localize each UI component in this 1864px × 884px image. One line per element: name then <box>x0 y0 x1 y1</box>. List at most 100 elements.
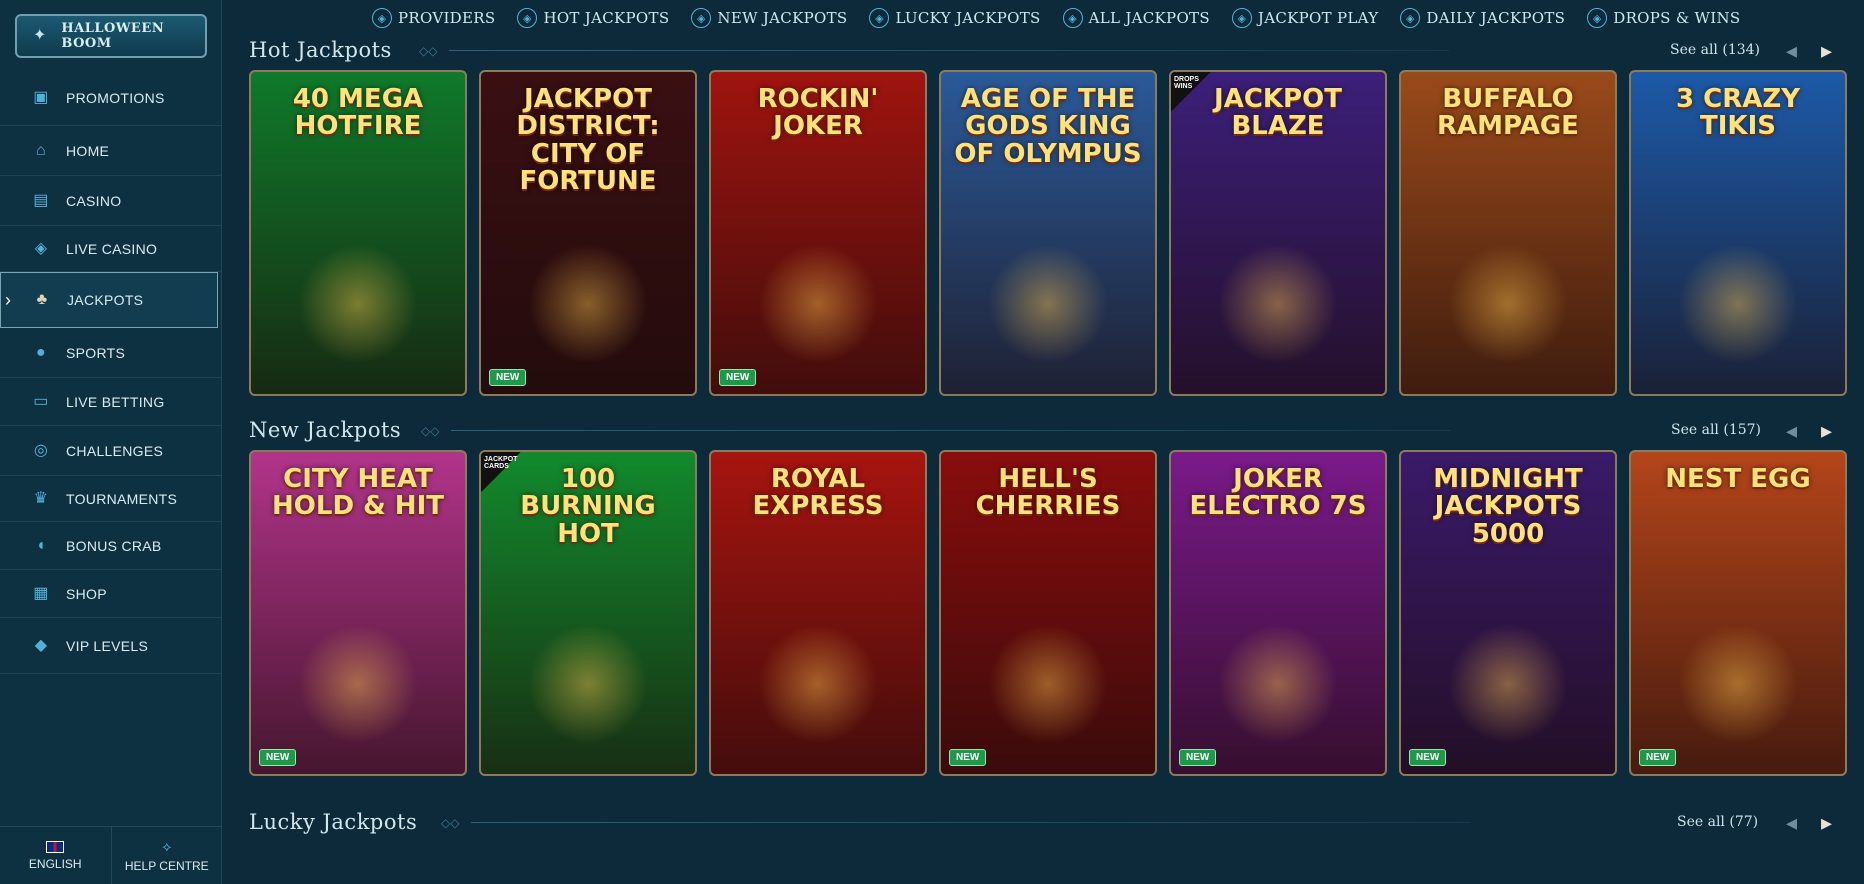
sidebar-item-shop[interactable]: ▦ SHOP <box>0 570 222 618</box>
game-tile[interactable]: AGE OF THE GODS KING OF OLYMPUS <box>939 70 1157 396</box>
sidebar-item-label: LIVE BETTING <box>66 393 165 410</box>
game-title: JACKPOT BLAZE <box>1214 84 1342 142</box>
game-tile[interactable]: HELL'S CHERRIES NEW <box>939 450 1157 776</box>
clover-icon: ♣ <box>36 291 48 308</box>
game-tile[interactable]: JACKPOT CARDS 100 BURNING HOT <box>479 450 697 776</box>
sidebar-item-casino[interactable]: ▤ CASINO <box>0 176 222 226</box>
sidebar-item-sports[interactable]: ● SPORTS <box>0 328 222 378</box>
game-tile[interactable]: MIDNIGHT JACKPOTS 5000 NEW <box>1399 450 1617 776</box>
sidebar-item-challenges[interactable]: ◎ CHALLENGES <box>0 426 222 476</box>
divider-ornament-icon: ◇◇ <box>441 816 460 830</box>
prev-arrow-icon[interactable]: ◂ <box>1786 810 1797 836</box>
shop-icon: ▦ <box>33 584 49 602</box>
section-title: Hot Jackpots <box>249 38 392 62</box>
help-label: HELP CENTRE <box>124 859 209 873</box>
gift-icon: ▣ <box>33 88 49 106</box>
game-tile[interactable]: CITY HEAT HOLD & HIT NEW <box>249 450 467 776</box>
new-badge: NEW <box>1409 749 1447 766</box>
see-all-link[interactable]: See all (77) <box>1677 814 1758 830</box>
game-tile[interactable]: JOKER ELECTRO 7S NEW <box>1169 450 1387 776</box>
next-arrow-icon[interactable]: ▸ <box>1821 38 1832 64</box>
sidebar-item-vip-levels[interactable]: ◆ VIP LEVELS <box>0 618 222 674</box>
next-arrow-icon[interactable]: ▸ <box>1821 418 1832 444</box>
divider <box>471 822 1471 823</box>
game-artwork <box>298 244 418 364</box>
halloween-boom-banner[interactable]: ✦ HALLOWEEN BOOM <box>15 14 207 58</box>
game-artwork <box>1218 624 1338 744</box>
next-arrow-icon[interactable]: ▸ <box>1821 810 1832 836</box>
topnav-drops-wins[interactable]: ◈ DROPS & WINS <box>1587 8 1740 28</box>
broom-icon: ✦ <box>33 27 47 44</box>
hot-jackpots-section: Hot Jackpots ◇◇ See all (134) ◂ ▸ 40 MEG… <box>249 36 1849 396</box>
home-icon: ⌂ <box>36 141 46 159</box>
target-icon: ◎ <box>33 441 49 459</box>
topnav-new-jackpots[interactable]: ◈ NEW JACKPOTS <box>691 8 847 28</box>
new-badge: NEW <box>949 749 987 766</box>
game-title: BUFFALO RAMPAGE <box>1437 84 1579 142</box>
prev-arrow-icon[interactable]: ◂ <box>1786 418 1797 444</box>
game-tile[interactable]: BUFFALO RAMPAGE <box>1399 70 1617 396</box>
sidebar-item-label: HOME <box>66 142 110 159</box>
game-tile[interactable]: NEST EGG NEW <box>1629 450 1847 776</box>
topnav-all-jackpots[interactable]: ◈ ALL JACKPOTS <box>1062 8 1210 28</box>
game-title: JOKER ELECTRO 7S <box>1189 464 1367 522</box>
topnav-label: LUCKY JACKPOTS <box>895 9 1041 27</box>
language-selector[interactable]: ENGLISH <box>0 827 111 884</box>
game-tile[interactable]: JACKPOT DISTRICT: CITY OF FORTUNE NEW <box>479 70 697 396</box>
slot-icon: ▤ <box>33 191 49 209</box>
see-all-link[interactable]: See all (134) <box>1670 42 1760 58</box>
prev-arrow-icon[interactable]: ◂ <box>1786 38 1797 64</box>
live-icon: ▭ <box>33 392 49 410</box>
sidebar-item-tournaments[interactable]: ♛ TOURNAMENTS <box>0 476 222 522</box>
sidebar-item-jackpots[interactable]: ♣ JACKPOTS <box>0 272 218 328</box>
sidebar-item-label: SHOP <box>66 585 107 602</box>
divider <box>449 50 1449 51</box>
trophy-icon: ♛ <box>33 489 49 507</box>
topnav-providers[interactable]: ◈ PROVIDERS <box>372 8 495 28</box>
sidebar-item-live-casino[interactable]: ◈ LIVE CASINO <box>0 226 222 272</box>
game-tile[interactable]: 40 MEGA HOTFIRE <box>249 70 467 396</box>
topnav-jackpot-play[interactable]: ◈ JACKPOT PLAY <box>1231 8 1378 28</box>
topnav-hot-jackpots[interactable]: ◈ HOT JACKPOTS <box>517 8 669 28</box>
game-artwork <box>988 244 1108 364</box>
jackpot-category-nav: ◈ PROVIDERS ◈ HOT JACKPOTS ◈ NEW JACKPOTS ◈ LUC… <box>372 6 1740 30</box>
section-title: New Jackpots <box>249 418 402 442</box>
game-artwork <box>528 624 648 744</box>
game-artwork <box>528 244 648 364</box>
sidebar-item-bonus-crab[interactable]: ◖ BONUS CRAB <box>0 522 222 570</box>
game-title: 3 CRAZY TIKIS <box>1675 84 1801 142</box>
sidebar-item-label: SPORTS <box>66 344 126 361</box>
sidebar-item-label: CHALLENGES <box>66 442 164 459</box>
game-artwork <box>1678 244 1798 364</box>
see-all-link[interactable]: See all (157) <box>1671 422 1761 438</box>
game-title: 100 BURNING HOT <box>520 464 656 549</box>
lucky-jackpots-section: Lucky Jackpots ◇◇ See all (77) ◂ ▸ FIREV… <box>249 808 1849 838</box>
sidebar-item-home[interactable]: ⌂ HOME <box>0 126 222 176</box>
game-title: ROCKIN' JOKER <box>757 84 879 142</box>
game-title: MIDNIGHT JACKPOTS 5000 <box>1433 464 1583 549</box>
sidebar-item-label: VIP LEVELS <box>66 637 149 654</box>
game-tile[interactable]: 3 CRAZY TIKIS <box>1629 70 1847 396</box>
jackpot-coin-icon: ◈ <box>1231 8 1252 28</box>
game-title: HELL'S CHERRIES <box>975 464 1121 522</box>
game-tile[interactable]: DROPS WINS JACKPOT BLAZE <box>1169 70 1387 396</box>
topnav-lucky-jackpots[interactable]: ◈ LUCKY JACKPOTS <box>869 8 1040 28</box>
sidebar-item-live-betting[interactable]: ▭ LIVE BETTING <box>0 378 222 426</box>
game-tile[interactable]: ROCKIN' JOKER NEW <box>709 70 927 396</box>
topnav-daily-jackpots[interactable]: ◈ DAILY JACKPOTS <box>1400 8 1565 28</box>
topnav-label: PROVIDERS <box>398 9 496 27</box>
game-title: AGE OF THE GODS KING OF OLYMPUS <box>954 84 1142 169</box>
main-nav: ▣ PROMOTIONS ⌂ HOME ▤ CASINO ◈ LIVE CASINO ♣ JACK… <box>0 70 222 674</box>
game-tile[interactable]: ROYAL EXPRESS <box>709 450 927 776</box>
topnav-label: HOT JACKPOTS <box>543 9 670 27</box>
help-centre-button[interactable]: ⟡ HELP CENTRE <box>110 827 223 884</box>
section-title: Lucky Jackpots <box>249 810 418 834</box>
new-badge: NEW <box>719 369 757 386</box>
game-artwork <box>298 624 418 744</box>
sidebar-item-promotions[interactable]: ▣ PROMOTIONS <box>0 70 222 126</box>
topnav-label: NEW JACKPOTS <box>717 9 848 27</box>
game-title: ROYAL EXPRESS <box>752 464 884 522</box>
new-badge: NEW <box>259 749 297 766</box>
game-artwork <box>1448 624 1568 744</box>
jackpot-coin-icon: ◈ <box>1062 8 1083 28</box>
